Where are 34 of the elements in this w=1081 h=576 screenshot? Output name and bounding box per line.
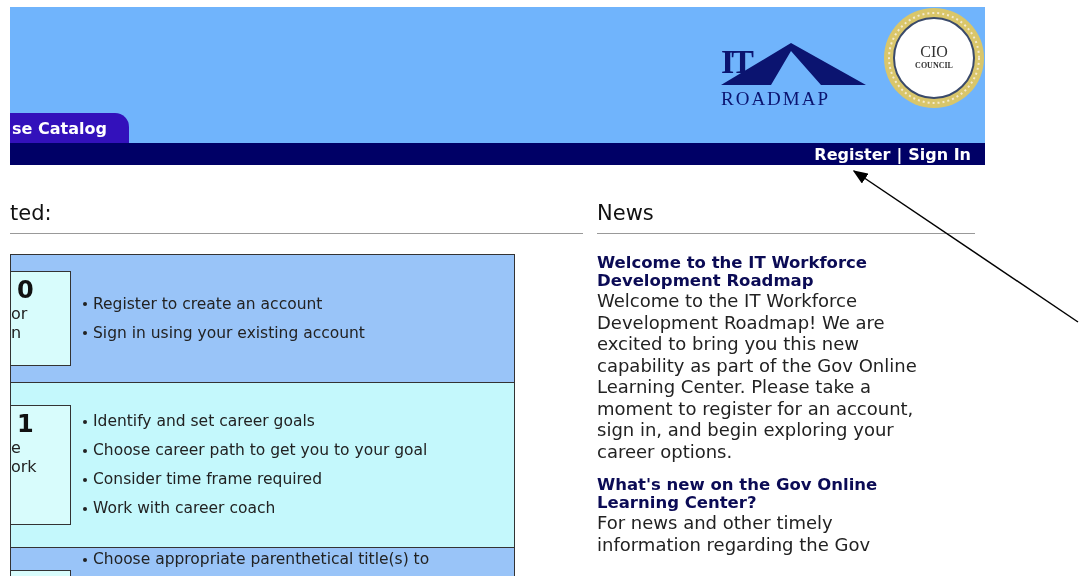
seal-emblem: CIO COUNCIL xyxy=(883,7,985,109)
step-label: or xyxy=(11,304,29,324)
step-item: Work with career coach xyxy=(93,499,276,518)
bullet-icon xyxy=(83,506,87,511)
section-heading: ted: xyxy=(10,201,53,227)
account-link[interactable]: Register xyxy=(814,144,891,164)
step-item: Identify and set career goals xyxy=(93,412,315,431)
step-item: Consider time frame required xyxy=(93,470,322,489)
news-text: For news and other timely information regarding the Gov xyxy=(597,512,872,555)
bullet-icon xyxy=(83,448,87,453)
step-item: Choose career path to get you to your goal xyxy=(93,441,428,460)
mountain-icon xyxy=(721,43,866,85)
step-number: 0 xyxy=(16,276,35,304)
news-headline[interactable]: Welcome to the IT Workforce Development Roadmap xyxy=(597,254,942,290)
step-label: ork xyxy=(11,457,38,477)
step-number: 1 xyxy=(16,410,35,438)
logo-text: IT xyxy=(721,45,751,79)
bullet-icon xyxy=(83,557,87,562)
bullet-icon xyxy=(83,302,87,306)
step-item: Choose appropriate parenthetical title(s) to xyxy=(93,550,430,569)
news-headline[interactable]: What's new on the Gov Online Learning Center? xyxy=(597,476,942,512)
section-heading: News xyxy=(597,201,655,227)
nav-tab[interactable]: se Catalog xyxy=(10,113,129,143)
bullet-icon xyxy=(83,419,87,424)
bullet-icon xyxy=(83,477,87,482)
separator: | xyxy=(896,144,903,164)
step-item: Register to create an account xyxy=(93,294,323,314)
account-link[interactable]: Sign In xyxy=(908,144,971,164)
step-item: Sign in using your existing account xyxy=(93,323,365,343)
news-text: Welcome to the IT Workforce Development Roadmap! We are excited to bring you this new capability as part of the Gov Online Learning Center. Please take a moment to register for an account, sign in, and begin exploring your career options. xyxy=(597,290,918,462)
bullet-icon xyxy=(83,331,87,335)
logo-text: ROADMAP xyxy=(721,89,831,108)
step-label: e xyxy=(11,438,22,458)
step-label: n xyxy=(11,323,23,343)
